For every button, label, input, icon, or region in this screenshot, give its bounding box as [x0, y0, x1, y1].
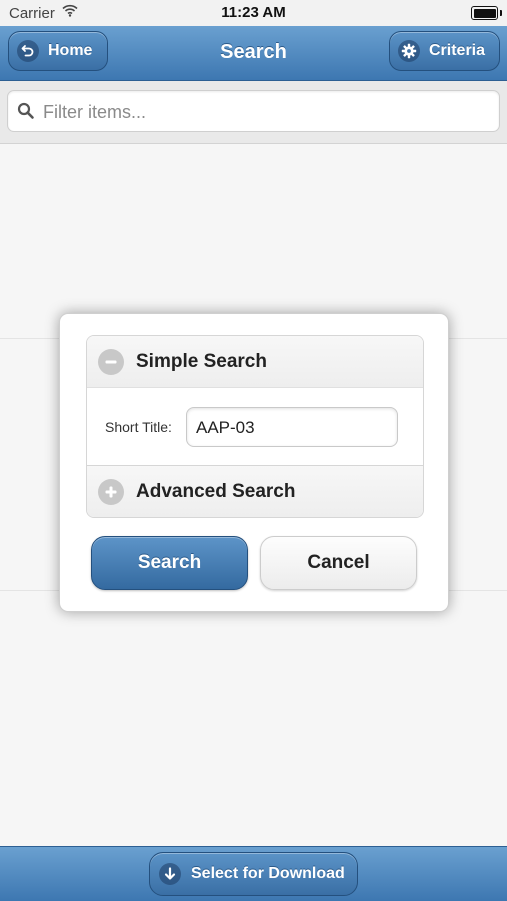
download-button-label: Select for Download [191, 865, 345, 882]
advanced-search-label: Advanced Search [136, 480, 296, 502]
criteria-button-label: Criteria [429, 42, 486, 59]
simple-search-body: Short Title: [87, 389, 423, 465]
search-button[interactable]: Search [91, 536, 248, 590]
plus-circle-icon [98, 478, 124, 505]
search-dialog: Simple Search Short Title: Advanced Sear… [59, 313, 449, 612]
criteria-button[interactable]: Criteria [389, 31, 500, 71]
arrow-down-icon [159, 863, 181, 885]
gear-icon [398, 40, 420, 62]
filter-input[interactable] [41, 97, 485, 127]
search-collapsible-set: Simple Search Short Title: Advanced Sear… [86, 335, 424, 518]
minus-circle-icon [98, 348, 124, 375]
short-title-input[interactable] [194, 415, 393, 441]
status-bar: Carrier 11:23 AM [0, 0, 507, 26]
short-title-label: Short Title: [105, 419, 172, 435]
status-time: 11:23 AM [221, 4, 286, 21]
search-icon [17, 102, 35, 125]
cancel-button[interactable]: Cancel [260, 536, 417, 590]
advanced-search-header[interactable]: Advanced Search [87, 465, 423, 517]
battery-icon [471, 6, 502, 20]
filter-bar [0, 81, 507, 144]
select-for-download-button[interactable]: Select for Download [149, 852, 358, 896]
filter-box [7, 90, 500, 132]
short-title-field [186, 407, 398, 447]
header-bar: Home Search Criteria [0, 26, 507, 81]
simple-search-header[interactable]: Simple Search [87, 336, 423, 388]
simple-search-label: Simple Search [136, 350, 267, 372]
footer-bar: Select for Download [0, 846, 507, 901]
